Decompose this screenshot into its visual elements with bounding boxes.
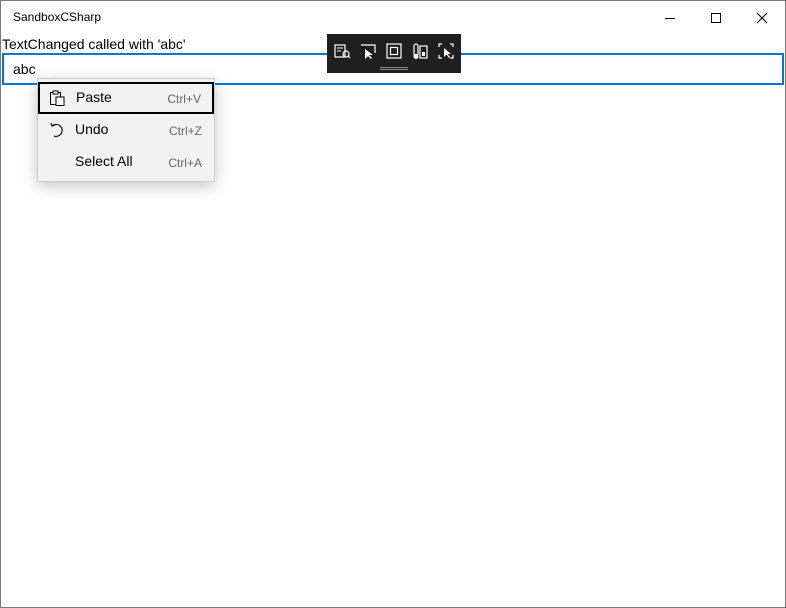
menu-item-label: Select All <box>75 153 133 169</box>
track-focus-icon <box>413 43 428 59</box>
select-element-icon <box>361 44 376 59</box>
menu-item-label: Undo <box>75 121 109 137</box>
title-bar[interactable]: SandboxCSharp <box>1 1 785 34</box>
menu-item-paste[interactable]: Paste Ctrl+V <box>38 82 214 114</box>
live-visual-tree-icon <box>334 44 351 59</box>
maximize-button[interactable] <box>693 1 739 34</box>
window-title: SandboxCSharp <box>13 10 102 24</box>
debug-toolbar <box>327 34 461 73</box>
status-text: TextChanged called with 'abc' <box>2 36 186 52</box>
menu-item-label: Paste <box>76 89 112 105</box>
close-icon <box>756 12 768 23</box>
menu-item-shortcut: Ctrl+A <box>168 156 202 170</box>
preview-selection-icon <box>438 43 454 59</box>
close-button[interactable] <box>739 1 785 34</box>
track-focus-button[interactable] <box>409 40 431 62</box>
menu-item-shortcut: Ctrl+Z <box>169 124 202 138</box>
context-menu: Paste Ctrl+V Undo Ctrl+Z Select All Ctrl… <box>37 78 215 182</box>
display-layout-adorners-icon <box>386 43 402 59</box>
undo-icon <box>50 122 63 137</box>
preview-selection-button[interactable] <box>435 40 457 62</box>
display-layout-adorners-button[interactable] <box>383 40 405 62</box>
toolbar-grip[interactable] <box>380 67 408 70</box>
clipboard-paste-icon <box>50 90 65 106</box>
live-visual-tree-button[interactable] <box>331 40 353 62</box>
maximize-icon <box>711 12 721 23</box>
app-window: SandboxCSharp TextChanged called with 'a… <box>0 0 786 608</box>
menu-item-select-all[interactable]: Select All Ctrl+A <box>38 146 214 178</box>
menu-item-undo[interactable]: Undo Ctrl+Z <box>38 114 214 146</box>
menu-item-shortcut: Ctrl+V <box>167 92 201 106</box>
select-element-button[interactable] <box>357 40 379 62</box>
minimize-button[interactable] <box>647 1 693 34</box>
minimize-icon <box>665 17 675 19</box>
